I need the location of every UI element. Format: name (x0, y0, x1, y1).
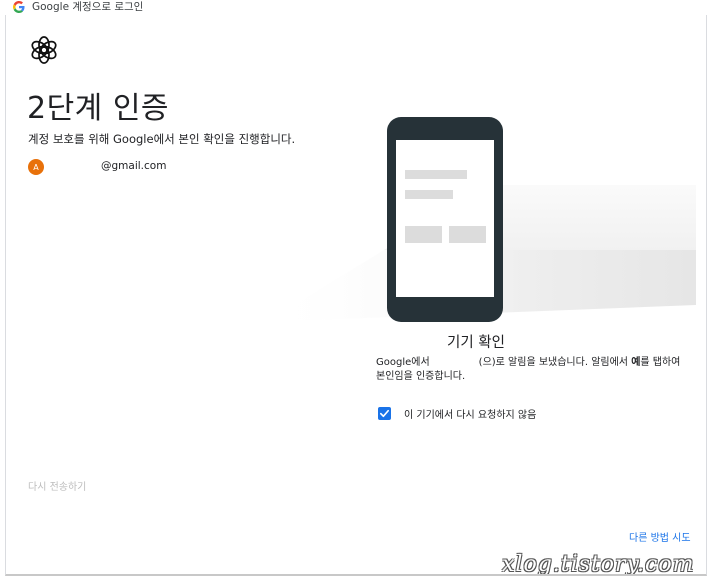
window-title: Google 계정으로 로그인 (32, 1, 144, 13)
resend-link[interactable]: 다시 전송하기 (28, 478, 86, 493)
dont-ask-again-label: 이 기기에서 다시 요청하지 않음 (404, 410, 537, 421)
signin-card: 2단계 인증 계정 보호를 위해 Google에서 본인 확인을 진행합니다. … (5, 15, 707, 576)
page-subtitle: 계정 보호를 위해 Google에서 본인 확인을 진행합니다. (28, 132, 296, 146)
check-icon (380, 409, 389, 418)
device-confirm-description: Google에서 (으)로 알림을 보냈습니다. 알림에서 예를 탭하여 본인임을… (376, 356, 692, 384)
phone-illustration (266, 117, 696, 325)
desc-part3: 를 탭하여 (640, 357, 681, 368)
account-chip[interactable]: A @gmail.com (28, 158, 166, 176)
dont-ask-again-checkbox[interactable] (378, 407, 391, 420)
account-email: @gmail.com (101, 160, 167, 172)
desc-part1: Google에서 (376, 357, 430, 368)
window-titlebar: Google 계정으로 로그인 (0, 0, 711, 15)
dont-ask-again-row[interactable]: 이 기기에서 다시 요청하지 않음 (378, 406, 536, 421)
device-confirm-title: 기기 확인 (447, 335, 505, 351)
try-another-way-button[interactable]: 다른 방법 시도 (629, 529, 691, 544)
watermark: xlog.tistory.com (502, 552, 695, 576)
page-title: 2단계 인증 (27, 91, 170, 126)
desc-part2: (으)로 알림을 보냈습니다. 알림에서 (478, 357, 628, 368)
desc-line2: 본인임을 인증합니다. (376, 371, 466, 382)
google-g-icon (13, 1, 25, 13)
openai-logo-icon (31, 36, 57, 64)
desc-bold: 예 (631, 357, 641, 368)
avatar: A (28, 159, 44, 175)
